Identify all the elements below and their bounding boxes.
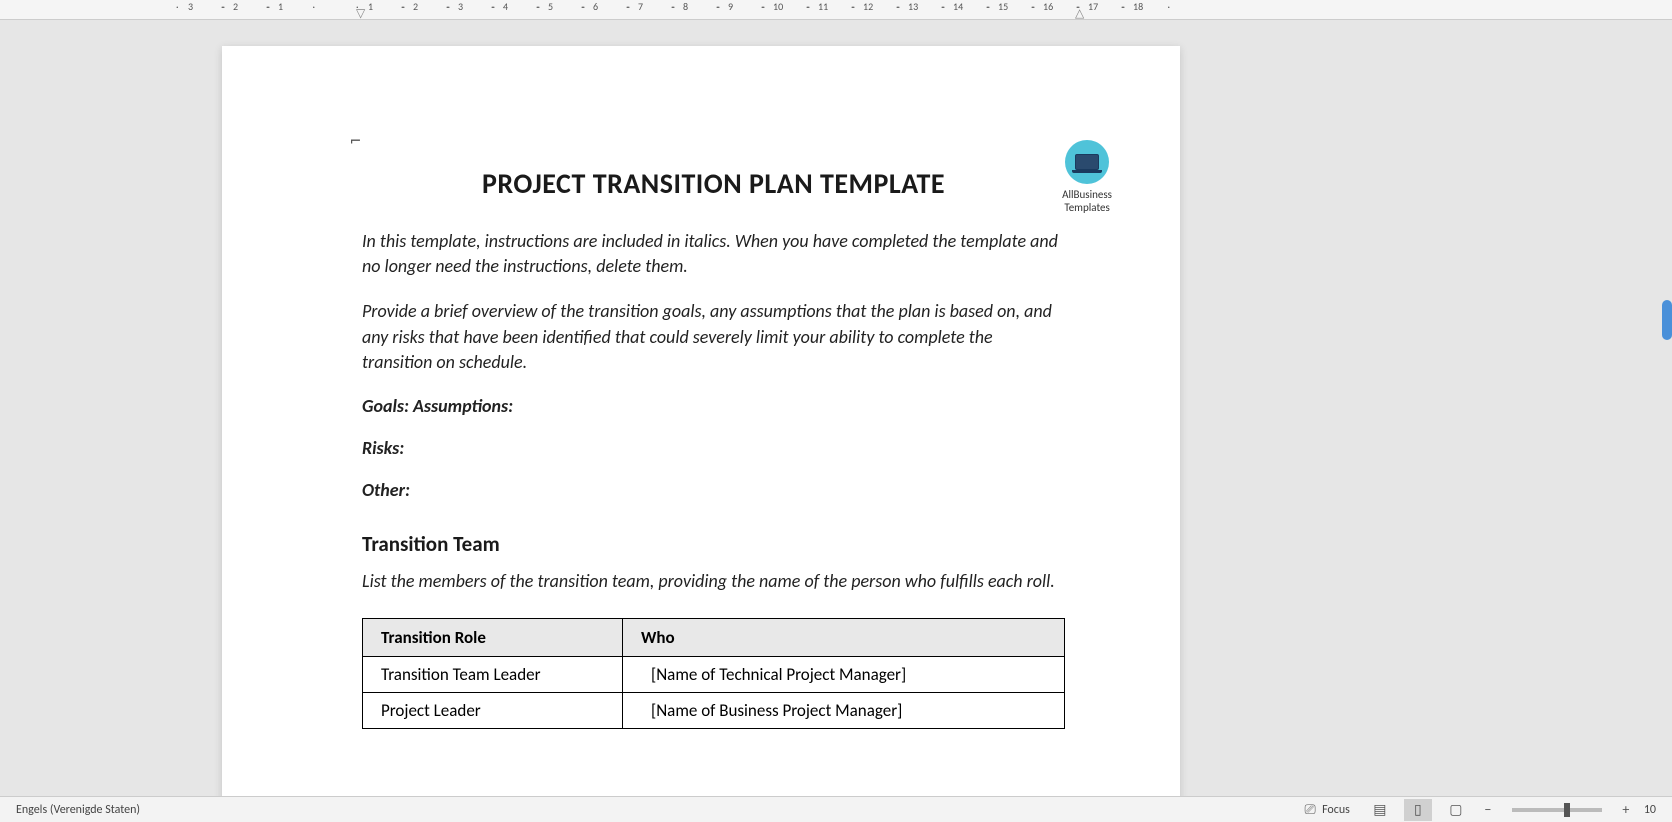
ruler-label: 3 bbox=[458, 0, 503, 13]
ruler-label: 12 bbox=[863, 0, 908, 13]
logo-text-2: Templates bbox=[1062, 201, 1112, 214]
focus-icon: ⎚ bbox=[1302, 802, 1318, 818]
zoom-out-button[interactable]: − bbox=[1480, 802, 1496, 818]
web-icon: ▢ bbox=[1448, 802, 1464, 818]
risks-label: Risks: bbox=[362, 437, 1065, 459]
page-icon: ▯ bbox=[1410, 802, 1426, 818]
focus-mode-button[interactable]: ⎚ Focus bbox=[1296, 800, 1356, 820]
ruler-label: 1 bbox=[278, 0, 323, 13]
ruler-label: 14 bbox=[953, 0, 998, 13]
ruler-label: 2 bbox=[233, 0, 278, 13]
other-label: Other: bbox=[362, 479, 1065, 501]
logo-icon bbox=[1065, 140, 1109, 184]
ruler-label: 2 bbox=[413, 0, 458, 13]
section-heading-team: Transition Team bbox=[362, 531, 1065, 557]
language-status[interactable]: Engels (Verenigde Staten) bbox=[16, 803, 140, 817]
vertical-scrollbar-thumb[interactable] bbox=[1662, 300, 1672, 340]
ruler-label: 17 bbox=[1088, 0, 1133, 13]
table-row: Transition Team Leader [Name of Technica… bbox=[363, 657, 1065, 693]
ruler-label: 15 bbox=[998, 0, 1043, 13]
horizontal-ruler[interactable]: 321123456789101112131415161718 ▽ △ △ bbox=[0, 0, 1672, 20]
document-title: PROJECT TRANSITION PLAN TEMPLATE bbox=[362, 166, 1065, 201]
intro-paragraph-2: Provide a brief overview of the transiti… bbox=[362, 299, 1065, 375]
ruler-label: 6 bbox=[593, 0, 638, 13]
table-cell-role: Transition Team Leader bbox=[363, 657, 623, 693]
ruler-label: 9 bbox=[728, 0, 773, 13]
table-row: Project Leader [Name of Business Project… bbox=[363, 693, 1065, 729]
document-page[interactable]: ⌐ AllBusiness Templates PROJECT TRANSITI… bbox=[222, 46, 1180, 796]
ruler-label: 13 bbox=[908, 0, 953, 13]
table-cell-who: [Name of Business Project Manager] bbox=[623, 693, 1065, 729]
table-header-role: Transition Role bbox=[363, 619, 623, 657]
logo-text-1: AllBusiness bbox=[1062, 188, 1112, 201]
ruler-label: 10 bbox=[773, 0, 818, 13]
text-cursor-icon: ⌐ bbox=[350, 126, 361, 153]
table-cell-role: Project Leader bbox=[363, 693, 623, 729]
ruler-label: 7 bbox=[638, 0, 683, 13]
ruler-label: 5 bbox=[548, 0, 593, 13]
ruler-label: 11 bbox=[818, 0, 863, 13]
goals-label: Goals: Assumptions: bbox=[362, 395, 1065, 417]
zoom-slider-thumb[interactable] bbox=[1564, 803, 1570, 817]
first-line-indent-marker[interactable]: ▽ bbox=[356, 6, 368, 16]
ruler-label: 1 bbox=[368, 0, 413, 13]
transition-team-table: Transition Role Who Transition Team Lead… bbox=[362, 618, 1065, 729]
zoom-in-button[interactable]: + bbox=[1618, 802, 1634, 818]
ruler-label: 4 bbox=[503, 0, 548, 13]
table-header-who: Who bbox=[623, 619, 1065, 657]
table-cell-who: [Name of Technical Project Manager] bbox=[623, 657, 1065, 693]
document-viewport[interactable]: ⌐ AllBusiness Templates PROJECT TRANSITI… bbox=[0, 20, 1672, 796]
ruler-label: 8 bbox=[683, 0, 728, 13]
team-intro-paragraph: List the members of the transition team,… bbox=[362, 569, 1065, 594]
zoom-slider[interactable] bbox=[1512, 808, 1602, 812]
right-margin-marker[interactable]: △ bbox=[1075, 6, 1084, 20]
ruler-label: 18 bbox=[1133, 0, 1178, 13]
web-layout-button[interactable]: ▢ bbox=[1442, 799, 1470, 821]
status-bar: Engels (Verenigde Staten) ⎚ Focus ▤ ▯ ▢ … bbox=[0, 796, 1672, 822]
ruler-ticks: 321123456789101112131415161718 bbox=[188, 0, 1178, 19]
read-mode-button[interactable]: ▤ bbox=[1366, 799, 1394, 821]
intro-paragraph-1: In this template, instructions are inclu… bbox=[362, 229, 1065, 279]
ruler-label: 3 bbox=[188, 0, 233, 13]
zoom-level[interactable]: 10 bbox=[1644, 803, 1656, 817]
book-icon: ▤ bbox=[1372, 802, 1388, 818]
print-layout-button[interactable]: ▯ bbox=[1404, 799, 1432, 821]
focus-label: Focus bbox=[1322, 803, 1350, 817]
logo-block: AllBusiness Templates bbox=[1062, 140, 1112, 214]
